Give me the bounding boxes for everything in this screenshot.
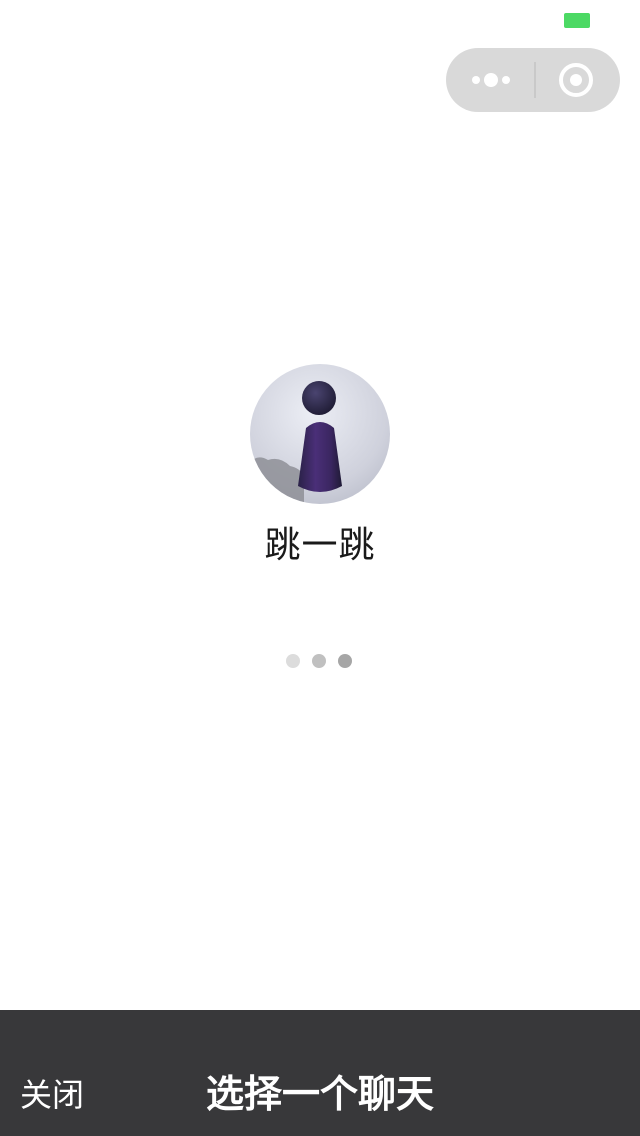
share-title: 选择一个聊天 (205, 1072, 434, 1116)
more-dots-icon[interactable] (446, 48, 534, 112)
more-dot (484, 73, 498, 87)
more-dot (502, 76, 510, 84)
more-dot (472, 76, 480, 84)
loading-dot (338, 654, 352, 668)
jump-game-logo-graphic (250, 364, 390, 504)
close-center (570, 74, 582, 86)
loading-dots-icon (286, 654, 356, 670)
jump-game-logo (250, 364, 390, 504)
miniprogram-close-icon[interactable] (536, 48, 620, 112)
loading-dot (286, 654, 300, 668)
miniprogram-loading-screen: 跳一跳 关闭 选择一个聊天 (0, 0, 640, 1136)
loading-dot (312, 654, 326, 668)
battery-icon (564, 13, 590, 28)
miniprogram-capsule (446, 48, 620, 112)
app-name: 跳一跳 (264, 525, 376, 566)
